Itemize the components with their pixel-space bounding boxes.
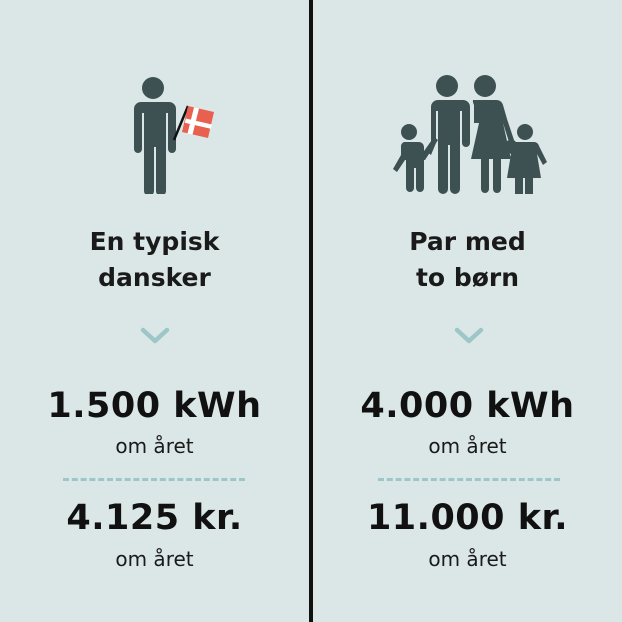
chevron-down-icon	[454, 327, 484, 344]
left-cost-value: 4.125 kr.	[66, 498, 243, 538]
family-column: Par med to børn 4.000 kWh om året 11.000…	[313, 0, 622, 622]
single-person-column: En typisk dansker 1.500 kWh om året 4.12…	[0, 0, 309, 622]
left-dashed-divider	[63, 478, 245, 481]
right-title: Par med to børn	[313, 224, 622, 296]
right-title-line1: Par med	[409, 227, 526, 256]
right-kwh-value: 4.000 kWh	[360, 386, 575, 426]
person-with-flag-icon	[0, 70, 309, 194]
chevron-down-icon	[140, 327, 170, 344]
left-cost-unit: om året	[115, 547, 194, 571]
left-title-line1: En typisk	[89, 227, 220, 256]
left-title: En typisk dansker	[0, 224, 309, 296]
family-icon	[313, 70, 622, 194]
left-kwh-unit: om året	[115, 434, 194, 458]
left-title-line2: dansker	[98, 263, 211, 292]
left-kwh-value: 1.500 kWh	[47, 386, 262, 426]
right-cost-value: 11.000 kr.	[366, 498, 569, 538]
right-dashed-divider	[378, 478, 560, 481]
infographic: En typisk dansker 1.500 kWh om året 4.12…	[0, 0, 622, 622]
right-title-line2: to børn	[415, 263, 520, 292]
right-kwh-unit: om året	[428, 434, 507, 458]
right-cost-unit: om året	[428, 547, 507, 571]
